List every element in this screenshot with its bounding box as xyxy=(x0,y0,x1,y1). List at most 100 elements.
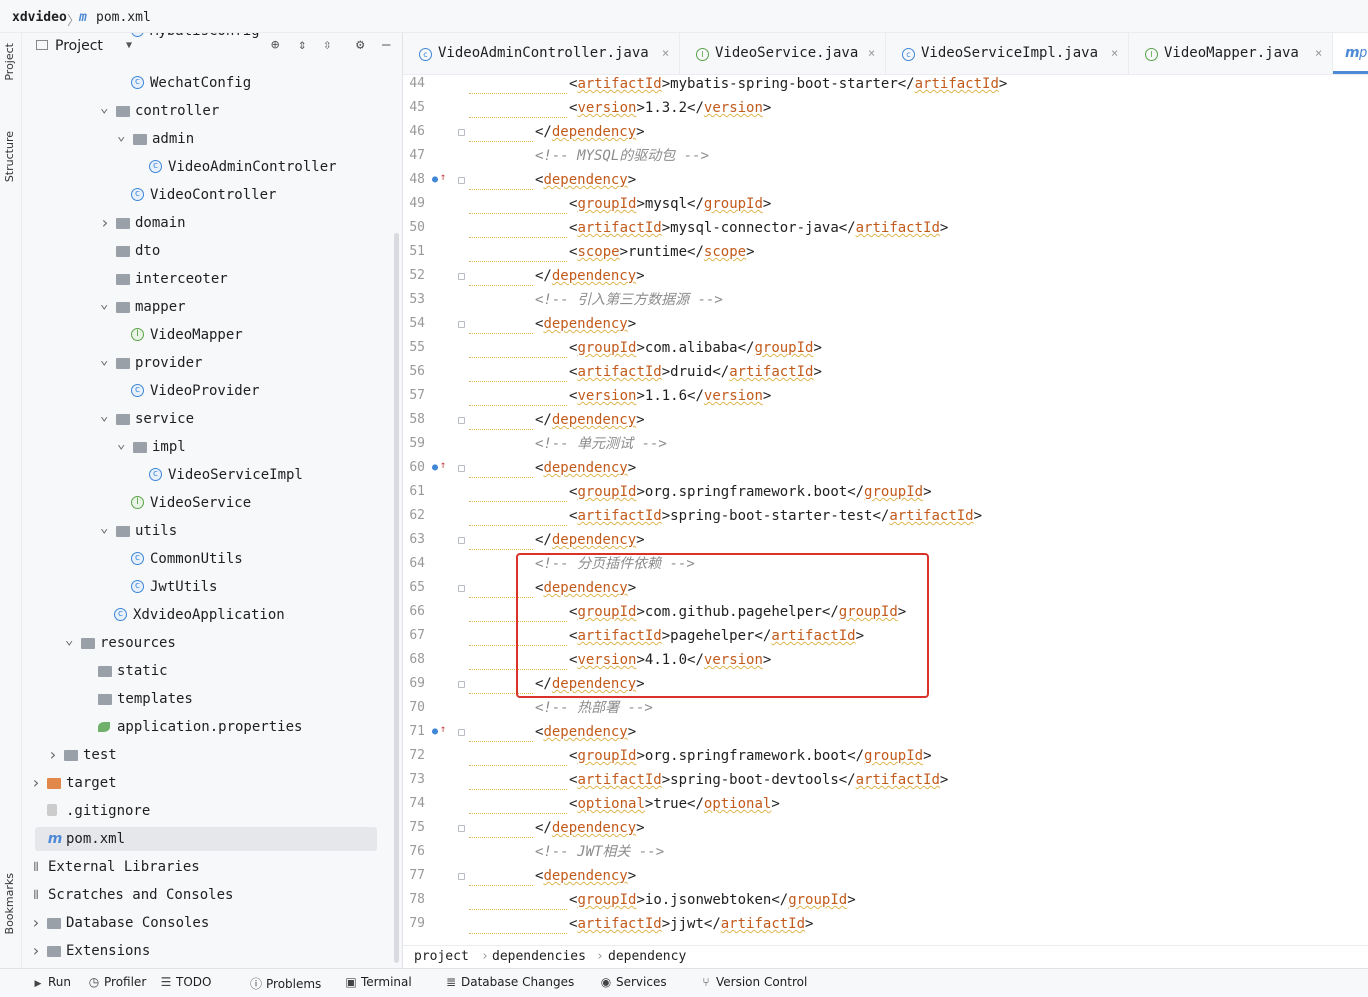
breadcrumb-item[interactable]: project xyxy=(414,946,469,968)
tree-item[interactable]: ⌄ utils xyxy=(22,516,402,543)
fold-end-icon[interactable] xyxy=(458,681,465,688)
breadcrumb-item[interactable]: dependency xyxy=(608,946,686,968)
code-line[interactable]: <dependency> xyxy=(535,168,636,192)
tree-item[interactable]: c CommonUtils xyxy=(22,547,402,571)
tree-item[interactable]: c XdvideoApplication xyxy=(22,603,402,627)
project-tool-button[interactable]: Project xyxy=(3,43,16,81)
code-line[interactable]: <dependency> xyxy=(535,312,636,336)
code-line[interactable]: </dependency> xyxy=(535,816,645,840)
code-line[interactable]: <!-- MYSQL的驱动包 --> xyxy=(535,144,709,168)
fold-end-icon[interactable] xyxy=(458,537,465,544)
tree-item[interactable]: c VideoServiceImpl xyxy=(22,463,402,487)
code-line[interactable]: <groupId>mysql</groupId> xyxy=(569,192,771,216)
code-line[interactable]: <!-- 引入第三方数据源 --> xyxy=(535,288,723,312)
chevron-down-icon[interactable]: ⌄ xyxy=(100,292,108,316)
code-line[interactable]: <artifactId>mybatis-spring-boot-starter<… xyxy=(569,75,1007,96)
code-line[interactable]: <optional>true</optional> xyxy=(569,792,780,816)
code-line[interactable]: <dependency> xyxy=(535,864,636,888)
chevron-down-icon[interactable]: ⌄ xyxy=(100,96,108,120)
code-line[interactable]: <scope>runtime</scope> xyxy=(569,240,755,264)
tab-videoservice-java[interactable]: I VideoService.java × xyxy=(680,33,886,74)
fold-end-icon[interactable] xyxy=(458,417,465,424)
tree-item[interactable]: ⌄ provider xyxy=(22,348,402,375)
code-line[interactable]: <!-- JWT相关 --> xyxy=(535,840,664,864)
tree-item[interactable]: c VideoAdminController xyxy=(22,155,402,179)
code-line[interactable]: <dependency> xyxy=(535,456,636,480)
tree-item[interactable]: › Extensions xyxy=(22,939,402,963)
tree-item[interactable]: ⌄ controller xyxy=(22,96,402,123)
dependency-gutter-icon[interactable]: ● xyxy=(432,462,438,473)
structure-tool-button[interactable]: Structure xyxy=(3,131,16,182)
tree-item[interactable]: › target xyxy=(22,771,402,795)
code-line[interactable]: <version>1.3.2</version> xyxy=(569,96,771,120)
tree-item[interactable]: interceoter xyxy=(22,267,402,291)
chevron-right-icon[interactable]: › xyxy=(31,911,41,935)
breadcrumb-file[interactable]: pom.xml xyxy=(96,10,151,25)
code-line[interactable]: </dependency> xyxy=(535,120,645,144)
problems-tool-button[interactable]: ⓘ Problems xyxy=(250,975,321,992)
tree-item[interactable]: c VideoProvider xyxy=(22,379,402,403)
code-line[interactable]: <groupId>org.springframework.boot</group… xyxy=(569,480,932,504)
tree-item[interactable]: ⌄ admin xyxy=(22,124,402,151)
tab-p[interactable]: mp xyxy=(1333,33,1368,74)
breadcrumb-project[interactable]: xdvideo xyxy=(12,10,67,25)
code-line[interactable]: </dependency> xyxy=(535,528,645,552)
dependency-gutter-icon[interactable]: ● xyxy=(432,174,438,185)
run-tool-button[interactable]: ▶ Run xyxy=(32,975,71,989)
code-line[interactable]: </dependency> xyxy=(535,264,645,288)
chevron-right-icon[interactable]: › xyxy=(100,211,110,235)
chevron-down-icon[interactable]: ⌄ xyxy=(100,348,108,372)
scrollbar[interactable] xyxy=(394,233,399,963)
fold-end-icon[interactable] xyxy=(458,825,465,832)
services-tool-button[interactable]: ◉ Services xyxy=(600,975,667,989)
terminal-tool-button[interactable]: ▣ Terminal xyxy=(345,975,411,989)
fold-collapse-icon[interactable] xyxy=(458,585,465,592)
chevron-down-icon[interactable]: ⌄ xyxy=(100,404,108,428)
fold-collapse-icon[interactable] xyxy=(458,177,465,184)
chevron-down-icon[interactable]: ⌄ xyxy=(100,516,108,540)
todo-tool-button[interactable]: ☰ TODO xyxy=(160,975,212,989)
code-line[interactable]: <dependency> xyxy=(535,720,636,744)
tab-videomapper-java[interactable]: I VideoMapper.java × xyxy=(1129,33,1333,74)
tree-item[interactable]: › Database Consoles xyxy=(22,911,402,935)
close-icon[interactable]: × xyxy=(1111,33,1118,74)
code-line[interactable]: <artifactId>spring-boot-starter-test</ar… xyxy=(569,504,982,528)
tree-item[interactable]: ⌄ resources xyxy=(22,631,402,655)
code-line[interactable]: <artifactId>mysql-connector-java</artifa… xyxy=(569,216,948,240)
tree-item[interactable]: › domain xyxy=(22,211,402,235)
fold-collapse-icon[interactable] xyxy=(458,729,465,736)
fold-end-icon[interactable] xyxy=(458,129,465,136)
tree-item[interactable]: application.properties xyxy=(22,715,402,739)
tree-item[interactable]: c MybatisConfig xyxy=(22,33,402,45)
chevron-right-icon[interactable]: › xyxy=(31,771,41,795)
tree-item[interactable]: static xyxy=(22,659,402,683)
tree-item[interactable]: › test xyxy=(22,743,402,767)
tree-item[interactable]: .gitignore xyxy=(22,799,402,823)
tree-item[interactable]: c VideoController xyxy=(22,183,402,207)
tree-item[interactable]: ⌄ mapper xyxy=(22,292,402,319)
tree-item[interactable]: ⌄⫴Scratches and Consoles xyxy=(22,883,402,907)
tree-item[interactable]: I VideoMapper xyxy=(22,323,402,347)
code-line[interactable]: <artifactId>jjwt</artifactId> xyxy=(569,912,813,936)
code-line[interactable]: <artifactId>druid</artifactId> xyxy=(569,360,822,384)
code-line[interactable]: <artifactId>spring-boot-devtools</artifa… xyxy=(569,768,948,792)
close-icon[interactable]: × xyxy=(662,33,669,74)
close-icon[interactable]: × xyxy=(1315,33,1322,74)
code-line[interactable]: <groupId>com.alibaba</groupId> xyxy=(569,336,822,360)
code-line[interactable]: <!-- 单元测试 --> xyxy=(535,432,667,456)
version-control-tool-button[interactable]: ⑂ Version Control xyxy=(700,975,807,989)
tab-videoadmincontroller-java[interactable]: c VideoAdminController.java × xyxy=(403,33,680,74)
tree-item[interactable]: › ⫴ External Libraries xyxy=(22,855,402,879)
chevron-right-icon[interactable]: › xyxy=(48,743,58,767)
fold-collapse-icon[interactable] xyxy=(458,321,465,328)
tree-item[interactable]: dto xyxy=(22,239,402,263)
close-icon[interactable]: × xyxy=(868,33,875,74)
code-line[interactable]: <groupId>io.jsonwebtoken</groupId> xyxy=(569,888,856,912)
code-editor[interactable]: 44 45 46 47 48 ● ↑ 49 50 51 52 53 54 55 56 57 58 59 60 ● ↑ 61… xyxy=(403,75,1368,945)
fold-end-icon[interactable] xyxy=(458,273,465,280)
chevron-down-icon[interactable]: ⌄ xyxy=(117,124,125,148)
chevron-down-icon[interactable]: ⌄ xyxy=(117,432,125,456)
tree-item[interactable]: ⌄ service xyxy=(22,404,402,431)
tree-item[interactable]: c JwtUtils xyxy=(22,575,402,599)
code-line[interactable]: <groupId>org.springframework.boot</group… xyxy=(569,744,932,768)
